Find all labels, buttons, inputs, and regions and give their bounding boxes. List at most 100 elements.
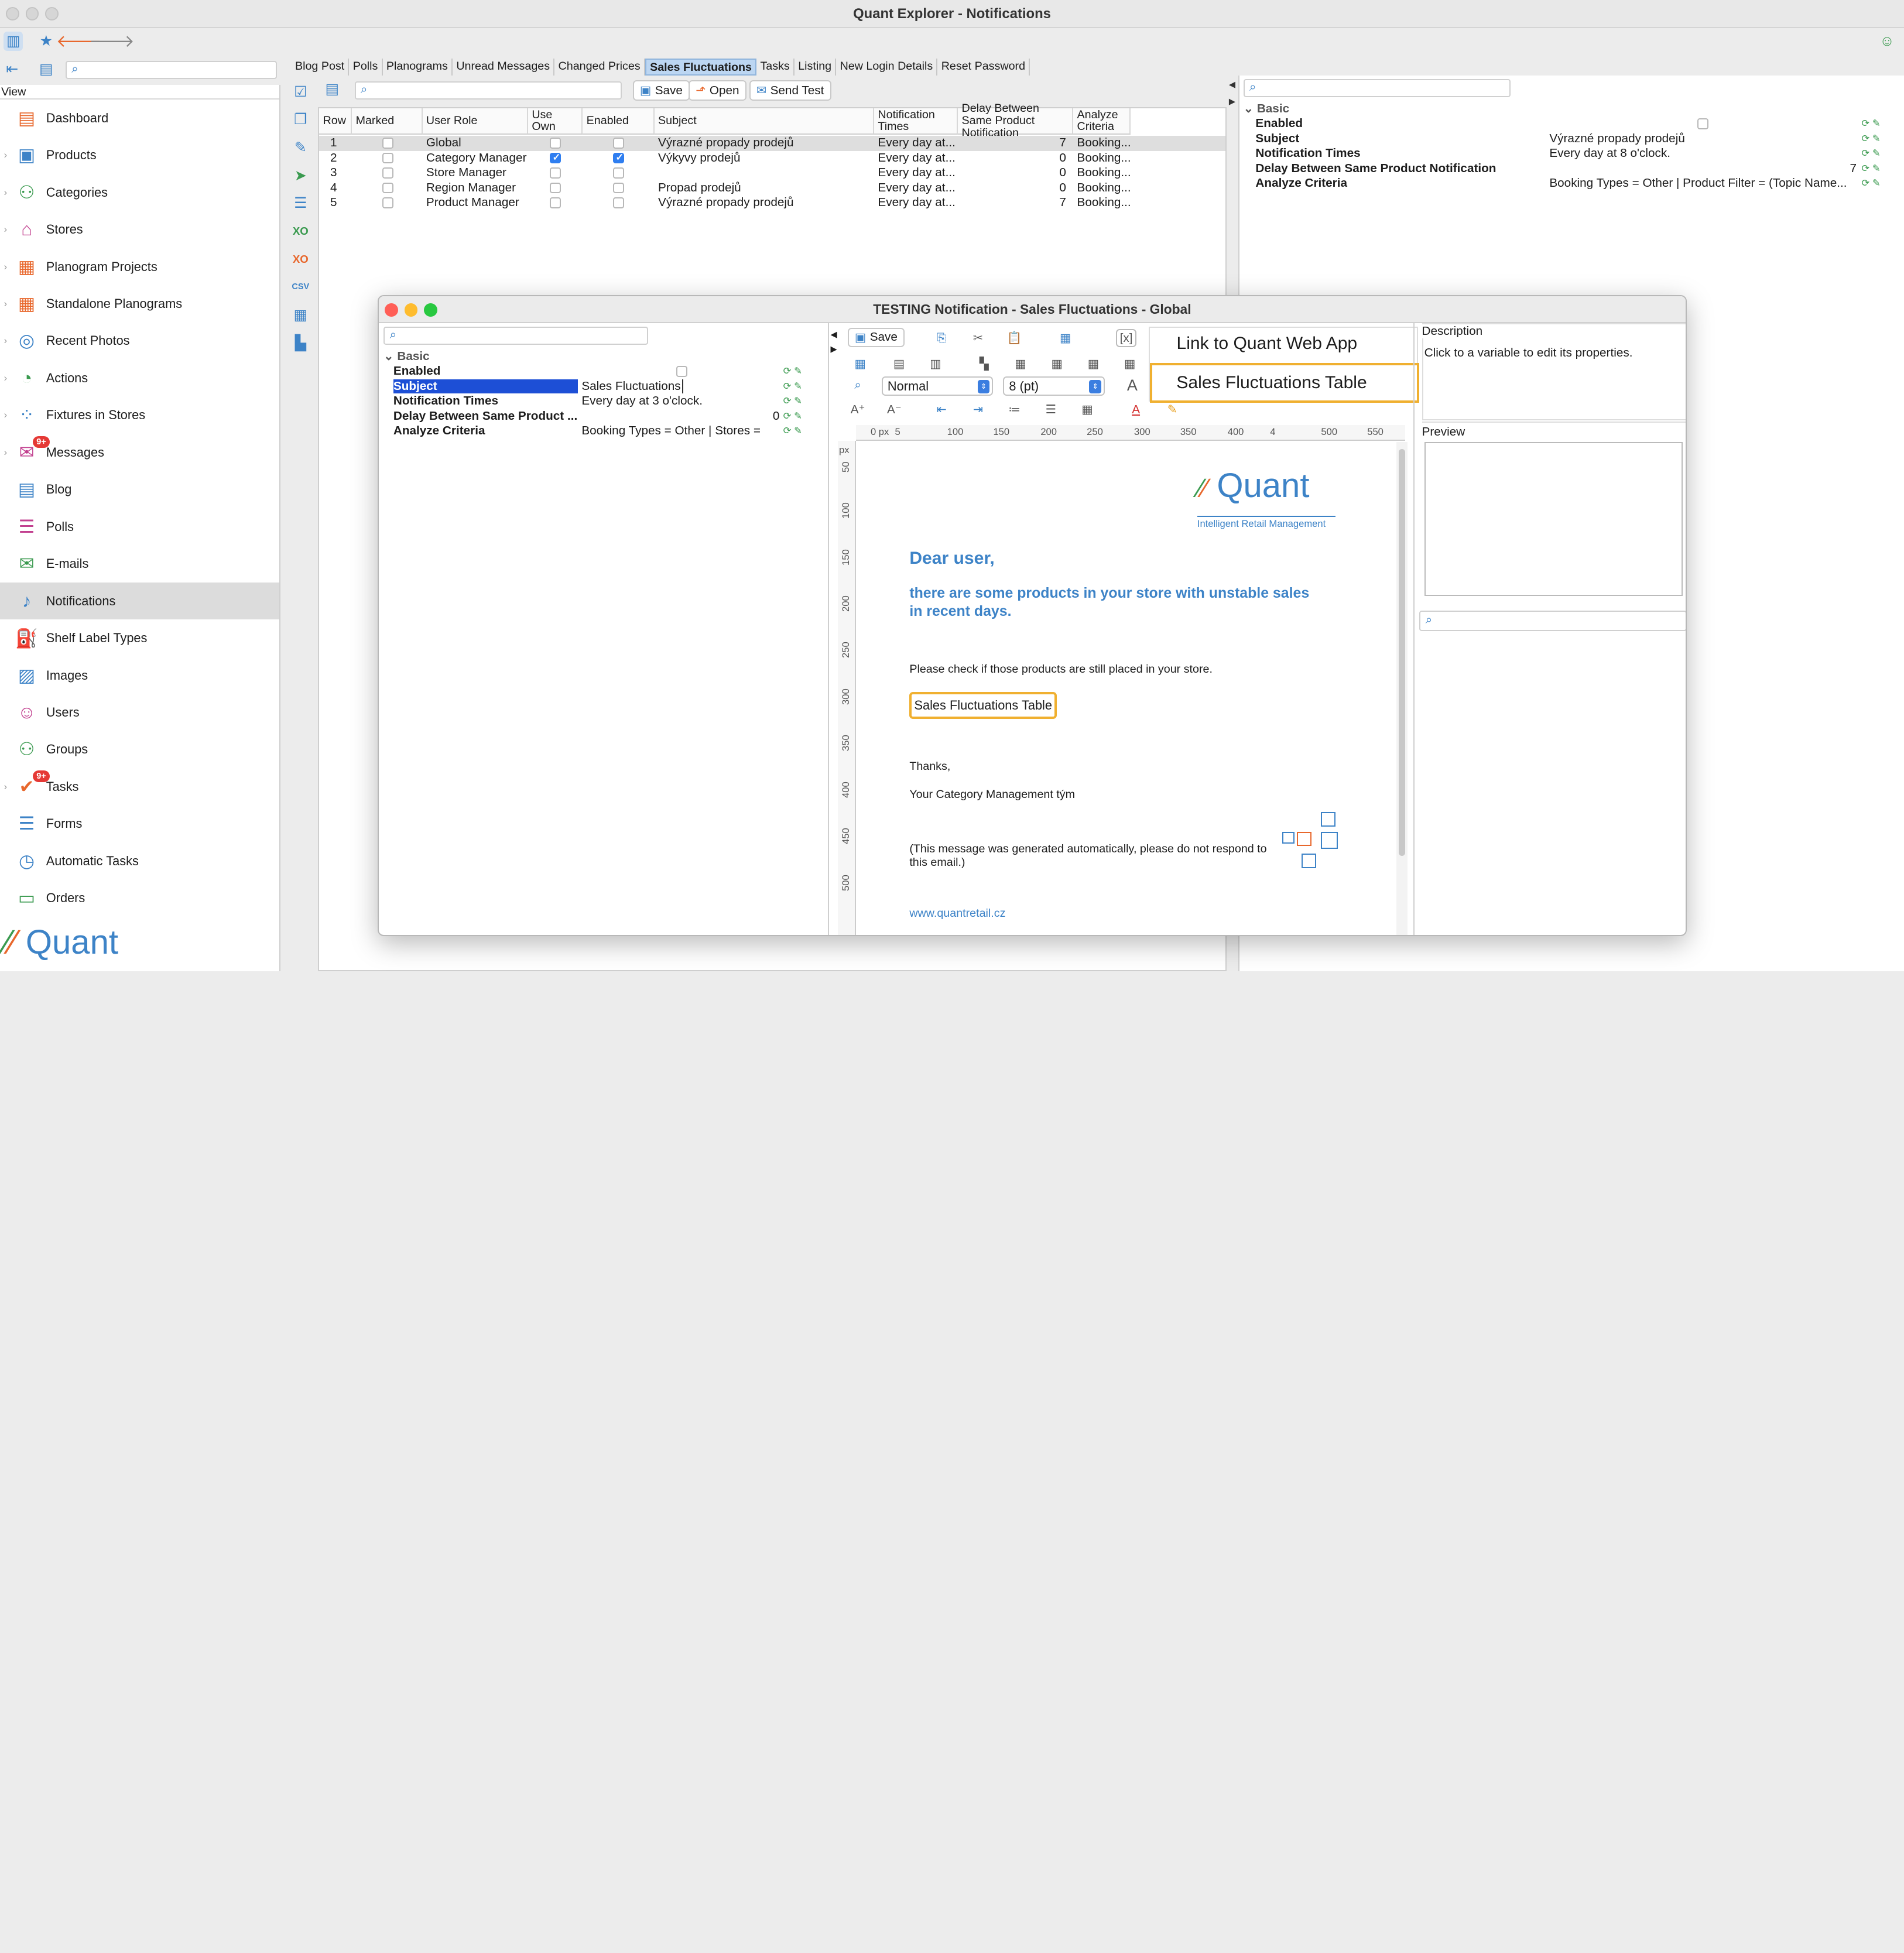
column-header-analyze-criteria[interactable]: Analyze Criteria <box>1073 108 1131 135</box>
property-actions-icon[interactable]: ⟳ ✎ <box>783 409 802 424</box>
view-options-icon[interactable]: ▤ <box>36 61 56 78</box>
dialog-save-button[interactable]: ▣ Save <box>847 327 905 348</box>
dialog-property-value[interactable]: Booking Types = Other | Stores = <box>581 424 761 438</box>
marked-checkbox[interactable] <box>382 182 393 194</box>
sidebar-search-input[interactable]: ⌕ <box>65 60 277 79</box>
dialog-search-input[interactable]: ⌕ <box>383 326 649 345</box>
delete-row-icon[interactable]: ▥ <box>925 355 946 373</box>
font-size-select[interactable]: 8 (pt) ⇕ <box>1003 376 1105 396</box>
cut-icon[interactable]: ✂ <box>968 329 988 347</box>
preview-search-input[interactable]: ⌕ <box>1419 611 1686 632</box>
insert-col-icon[interactable]: ▦ <box>1010 355 1030 373</box>
chevron-right-icon[interactable]: › <box>0 372 11 384</box>
sidebar-item-polls[interactable]: ☰ Polls <box>0 508 279 545</box>
bullet-list-icon[interactable]: ☰ <box>1040 400 1061 419</box>
dialog-property-value[interactable]: 0 <box>743 409 780 424</box>
tab-polls[interactable]: Polls <box>349 58 383 76</box>
numbered-list-icon[interactable]: ≔ <box>1004 400 1025 419</box>
marked-checkbox[interactable] <box>382 152 393 164</box>
tab-unread-messages[interactable]: Unread Messages <box>453 58 555 76</box>
dialog-minimize-button[interactable] <box>404 303 418 317</box>
collapse-tree-icon[interactable]: ⇤ <box>2 61 22 78</box>
notes-icon[interactable]: ✎ <box>292 138 310 156</box>
status-smiley-icon[interactable]: ☺ <box>1877 32 1896 51</box>
enabled-checkbox[interactable] <box>676 366 687 377</box>
use-own-checkbox[interactable] <box>550 167 561 179</box>
marked-checkbox[interactable] <box>382 167 393 179</box>
property-value[interactable]: Výrazné propady prodejů <box>1549 132 1685 146</box>
chevron-right-icon[interactable]: › <box>0 298 11 310</box>
copy-icon[interactable]: ❐ <box>292 111 310 129</box>
property-actions-icon[interactable]: ⟳ ✎ <box>1861 146 1880 161</box>
sidebar-item-products[interactable]: › ▣ Products <box>0 137 279 174</box>
sidebar-item-recent-photos[interactable]: › ◎ Recent Photos <box>0 323 279 359</box>
sidebar-toggle-icon[interactable]: ▥ <box>4 31 23 52</box>
collapse-right-panel-icon[interactable]: ◀ <box>1229 80 1235 90</box>
merge-cells-icon[interactable]: ▚ <box>974 355 994 373</box>
marked-checkbox[interactable] <box>382 197 393 208</box>
chart-icon[interactable]: ▙ <box>292 334 310 352</box>
split-cell-icon[interactable]: ▦ <box>1083 355 1104 373</box>
highlight-icon[interactable]: ✎ <box>1162 400 1183 419</box>
use-own-checkbox[interactable] <box>550 138 561 149</box>
property-actions-icon[interactable]: ⟳ ✎ <box>783 424 802 438</box>
expand-left-icon[interactable]: ▶ <box>831 345 837 354</box>
favorites-star-icon[interactable]: ★ <box>36 32 56 51</box>
use-own-checkbox[interactable] <box>550 182 561 194</box>
delete-col-icon[interactable]: ▦ <box>1047 355 1067 373</box>
sidebar-item-messages[interactable]: › ✉ Messages 9+ <box>0 434 279 471</box>
enabled-checkbox[interactable] <box>613 197 624 208</box>
insert-row-icon[interactable]: ▤ <box>889 355 909 373</box>
property-actions-icon[interactable]: ⟳ ✎ <box>783 364 802 379</box>
column-header-delay-between-same-product-notification[interactable]: Delay Between Same Product Notification <box>958 102 1074 139</box>
cell-props-icon[interactable]: ▦ <box>1119 355 1140 373</box>
property-actions-icon[interactable]: ⟳ ✎ <box>1861 162 1880 176</box>
property-actions-icon[interactable]: ⟳ ✎ <box>1861 117 1880 131</box>
close-window-button[interactable] <box>6 7 20 21</box>
csv-export-icon[interactable]: CSV <box>292 278 310 296</box>
border-icon[interactable]: ▦ <box>1077 400 1098 419</box>
tab-reset-password[interactable]: Reset Password <box>937 58 1030 76</box>
sidebar-item-actions[interactable]: › ◔ Actions <box>0 359 279 396</box>
increase-font-icon[interactable]: A⁺ <box>848 400 868 419</box>
column-header-use-own[interactable]: Use Own <box>528 108 583 135</box>
sidebar-item-dashboard[interactable]: ▤ Dashboard <box>0 100 279 136</box>
sidebar-item-stores[interactable]: › ⌂ Stores <box>0 211 279 248</box>
property-value[interactable]: Every day at 8 o'clock. <box>1549 146 1670 161</box>
tab-planograms[interactable]: Planograms <box>383 58 453 76</box>
tab-listing[interactable]: Listing <box>795 58 837 76</box>
enabled-checkbox[interactable] <box>613 182 624 194</box>
table-row[interactable]: 3 Store Manager Every day at... 0 Booking... <box>319 166 1225 181</box>
tab-blog-post[interactable]: Blog Post <box>292 58 350 76</box>
send-test-button[interactable]: ✉ Send Test <box>749 80 831 101</box>
table-props-icon[interactable]: ▦ <box>850 355 871 373</box>
sidebar-item-groups[interactable]: ⚇ Groups <box>0 731 279 768</box>
list-icon[interactable]: ☰ <box>292 194 310 213</box>
report-icon[interactable]: ▦ <box>292 306 310 324</box>
select-all-icon[interactable]: ☑ <box>292 83 310 101</box>
table-settings-icon[interactable]: ▤ <box>323 80 341 98</box>
chevron-right-icon[interactable]: › <box>0 187 11 198</box>
column-header-user-role[interactable]: User Role <box>422 108 529 135</box>
column-header-enabled[interactable]: Enabled <box>583 108 655 135</box>
text-color-icon[interactable]: A <box>1126 400 1146 419</box>
excel-import-icon[interactable]: XO <box>292 250 310 268</box>
editor-scrollbar[interactable] <box>1396 441 1408 936</box>
property-actions-icon[interactable]: ⟳ ✎ <box>783 379 802 394</box>
sidebar-item-users[interactable]: ☺ Users <box>0 694 279 731</box>
column-header-notification-times[interactable]: Notification Times <box>874 108 958 135</box>
back-arrow-icon[interactable]: 🡐 <box>56 32 102 51</box>
sidebar-item-fixtures-in-stores[interactable]: › ⁘ Fixtures in Stores <box>0 397 279 434</box>
use-own-checkbox[interactable] <box>550 197 561 208</box>
column-header-marked[interactable]: Marked <box>352 108 423 135</box>
excel-export-icon[interactable]: XO <box>292 222 310 241</box>
properties-search-input[interactable]: ⌕ <box>1243 78 1511 97</box>
copy-icon[interactable]: ⎘ <box>932 329 952 347</box>
tab-changed-prices[interactable]: Changed Prices <box>554 58 645 76</box>
property-actions-icon[interactable]: ⟳ ✎ <box>1861 132 1880 146</box>
sidebar-item-images[interactable]: ▨ Images <box>0 657 279 694</box>
dialog-zoom-button[interactable] <box>423 303 437 317</box>
chevron-right-icon[interactable]: › <box>0 149 11 161</box>
sidebar-item-planogram-projects[interactable]: › ▦ Planogram Projects <box>0 248 279 285</box>
email-editor[interactable]: ⁄⁄ Quant Intelligent Retail Management D… <box>857 441 1396 936</box>
